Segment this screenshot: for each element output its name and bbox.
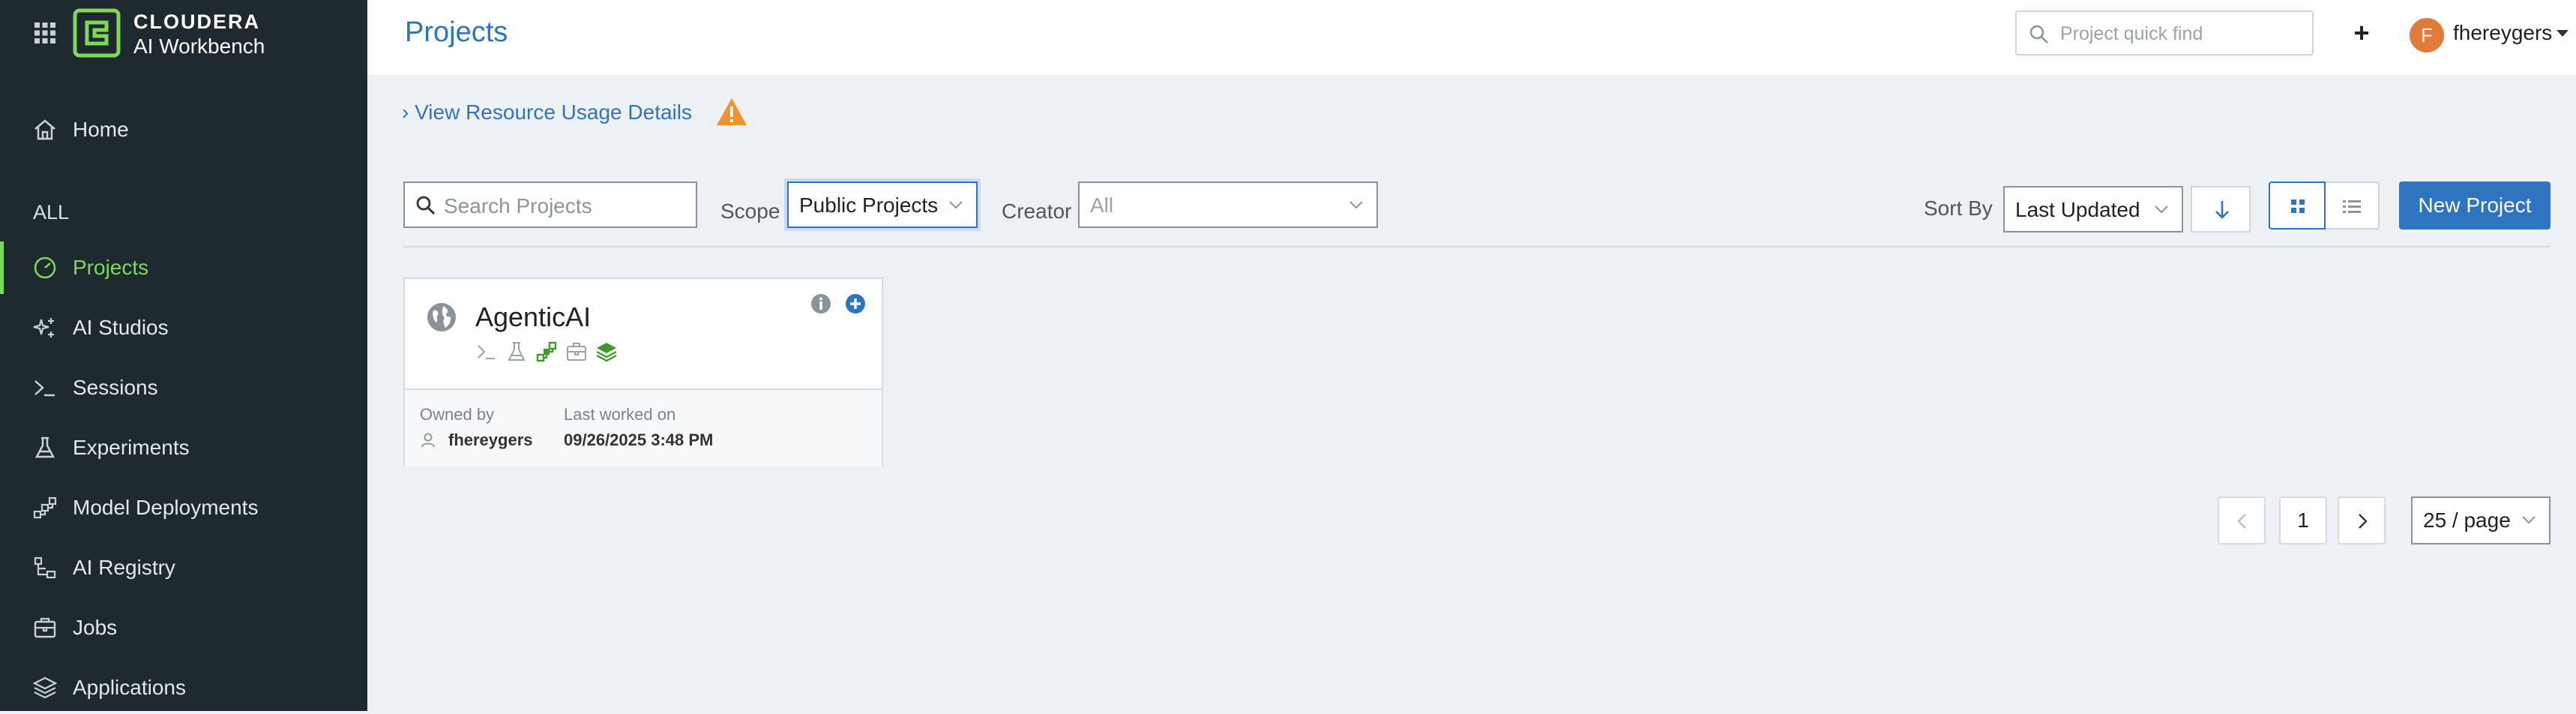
sidebar-item-label: Home bbox=[73, 118, 129, 141]
gauge-icon bbox=[30, 253, 60, 283]
last-worked-label: Last worked on bbox=[564, 405, 676, 424]
chevron-right-icon bbox=[2359, 514, 2368, 529]
creator-select[interactable]: All bbox=[1078, 182, 1378, 228]
sort-direction-button[interactable] bbox=[2191, 186, 2251, 232]
scope-select[interactable]: Public Projects bbox=[787, 182, 978, 228]
search-icon bbox=[2029, 25, 2048, 44]
search-icon bbox=[416, 196, 435, 214]
scope-label: Scope bbox=[720, 200, 780, 223]
page-number-button[interactable]: 1 bbox=[2279, 496, 2327, 544]
project-owner: fhereygers bbox=[448, 430, 533, 449]
cloudera-logo-icon[interactable] bbox=[72, 8, 121, 58]
home-icon bbox=[30, 115, 60, 145]
sidebar-item-label: Applications bbox=[73, 676, 186, 699]
sidebar-item-projects[interactable]: Projects bbox=[0, 242, 367, 294]
divider bbox=[403, 246, 2551, 248]
creator-label: Creator bbox=[1002, 200, 1072, 223]
sidebar-item-ai-registry[interactable]: AI Registry bbox=[0, 542, 367, 594]
view-resource-usage-link[interactable]: › View Resource Usage Details bbox=[402, 100, 692, 124]
owned-by-label: Owned by bbox=[420, 405, 495, 424]
per-page-value: 25 / page bbox=[2423, 508, 2511, 532]
grid-view-button[interactable] bbox=[2269, 182, 2326, 230]
project-card-footer: Owned by fhereygers Last worked on 09/26… bbox=[405, 388, 882, 466]
search-projects-input[interactable] bbox=[442, 189, 685, 224]
sort-select[interactable]: Last Updated bbox=[2003, 186, 2183, 232]
app-grid-icon[interactable] bbox=[33, 21, 57, 45]
sidebar-item-home[interactable]: Home bbox=[0, 104, 367, 156]
user-menu[interactable]: fhereygers bbox=[2453, 21, 2552, 45]
brand-name: CLOUDERA bbox=[133, 10, 260, 33]
project-card[interactable]: AgenticAI Owned by fhereygers Last worke… bbox=[403, 278, 883, 466]
add-button[interactable]: + bbox=[2347, 18, 2377, 48]
jobs-icon bbox=[30, 613, 60, 643]
avatar[interactable]: F bbox=[2410, 18, 2444, 52]
sidebar-item-sessions[interactable]: Sessions bbox=[0, 362, 367, 414]
scope-value: Public Projects bbox=[799, 194, 939, 217]
page-title: Projects bbox=[405, 16, 508, 48]
warning-icon[interactable] bbox=[715, 96, 748, 128]
last-worked-date: 09/26/2025 3:48 PM bbox=[564, 430, 714, 449]
creator-value: All bbox=[1090, 194, 1114, 217]
per-page-select[interactable]: 25 / page bbox=[2411, 496, 2551, 544]
project-name[interactable]: AgenticAI bbox=[475, 302, 591, 333]
chevron-down-icon bbox=[949, 201, 963, 209]
chevron-left-icon bbox=[2237, 514, 2246, 529]
project-card-header: AgenticAI bbox=[405, 279, 882, 388]
model-icon bbox=[536, 341, 557, 362]
sidebar-item-label: AI Studios bbox=[73, 316, 169, 339]
info-icon[interactable] bbox=[810, 292, 832, 315]
new-project-button[interactable]: New Project bbox=[2399, 182, 2551, 230]
chevron-right-icon: › bbox=[402, 100, 415, 124]
brand-product: AI Workbench bbox=[133, 34, 265, 58]
search-projects[interactable] bbox=[403, 182, 697, 228]
sidebar-item-jobs[interactable]: Jobs bbox=[0, 602, 367, 654]
globe-icon bbox=[427, 303, 456, 332]
terminal-icon bbox=[478, 345, 495, 359]
sidebar-item-experiments[interactable]: Experiments bbox=[0, 422, 367, 474]
project-quick-find[interactable] bbox=[2015, 10, 2314, 56]
registry-icon bbox=[30, 553, 60, 583]
arrow-down-icon bbox=[2215, 201, 2229, 219]
sidebar-item-label: Jobs bbox=[73, 616, 118, 639]
sidebar-item-label: Projects bbox=[73, 256, 149, 279]
sidebar-section-label: ALL bbox=[33, 201, 70, 224]
caret-down-icon[interactable] bbox=[2557, 30, 2569, 37]
grid-view-icon bbox=[2291, 200, 2305, 213]
sidebar-item-model-deployments[interactable]: Model Deployments bbox=[0, 482, 367, 534]
sidebar-item-ai-studios[interactable]: AI Studios bbox=[0, 302, 367, 354]
chevron-down-icon bbox=[2155, 206, 2168, 214]
sidebar-item-applications[interactable]: Applications bbox=[0, 662, 367, 714]
flask-icon bbox=[508, 342, 526, 361]
flask-icon bbox=[30, 433, 60, 463]
list-view-button[interactable] bbox=[2326, 182, 2380, 230]
sort-by-label: Sort By bbox=[1924, 196, 1993, 220]
user-icon bbox=[421, 433, 435, 448]
add-circle-icon[interactable] bbox=[844, 292, 867, 315]
sidebar-item-label: Sessions bbox=[73, 376, 158, 399]
sidebar: CLOUDERA AI Workbench Home ALL Projects … bbox=[0, 0, 367, 711]
sidebar-header: CLOUDERA AI Workbench bbox=[0, 0, 367, 75]
quick-find-input[interactable] bbox=[2059, 18, 2302, 50]
chevron-down-icon bbox=[2522, 516, 2536, 524]
resource-link-label: View Resource Usage Details bbox=[415, 100, 692, 124]
jobs-icon bbox=[567, 343, 586, 361]
next-page-button[interactable] bbox=[2338, 496, 2386, 544]
model-icon bbox=[30, 493, 60, 523]
chevron-down-icon bbox=[1349, 201, 1363, 209]
terminal-icon bbox=[30, 373, 60, 403]
sidebar-item-label: AI Registry bbox=[73, 556, 175, 579]
sidebar-item-label: Model Deployments bbox=[73, 496, 259, 519]
layers-icon bbox=[596, 343, 617, 362]
sparkle-icon bbox=[30, 313, 60, 343]
sidebar-item-label: Experiments bbox=[73, 436, 190, 459]
prev-page-button[interactable] bbox=[2218, 496, 2266, 544]
layers-icon bbox=[30, 673, 60, 703]
list-view-icon bbox=[2343, 200, 2361, 213]
sort-value: Last Updated bbox=[2015, 198, 2140, 221]
